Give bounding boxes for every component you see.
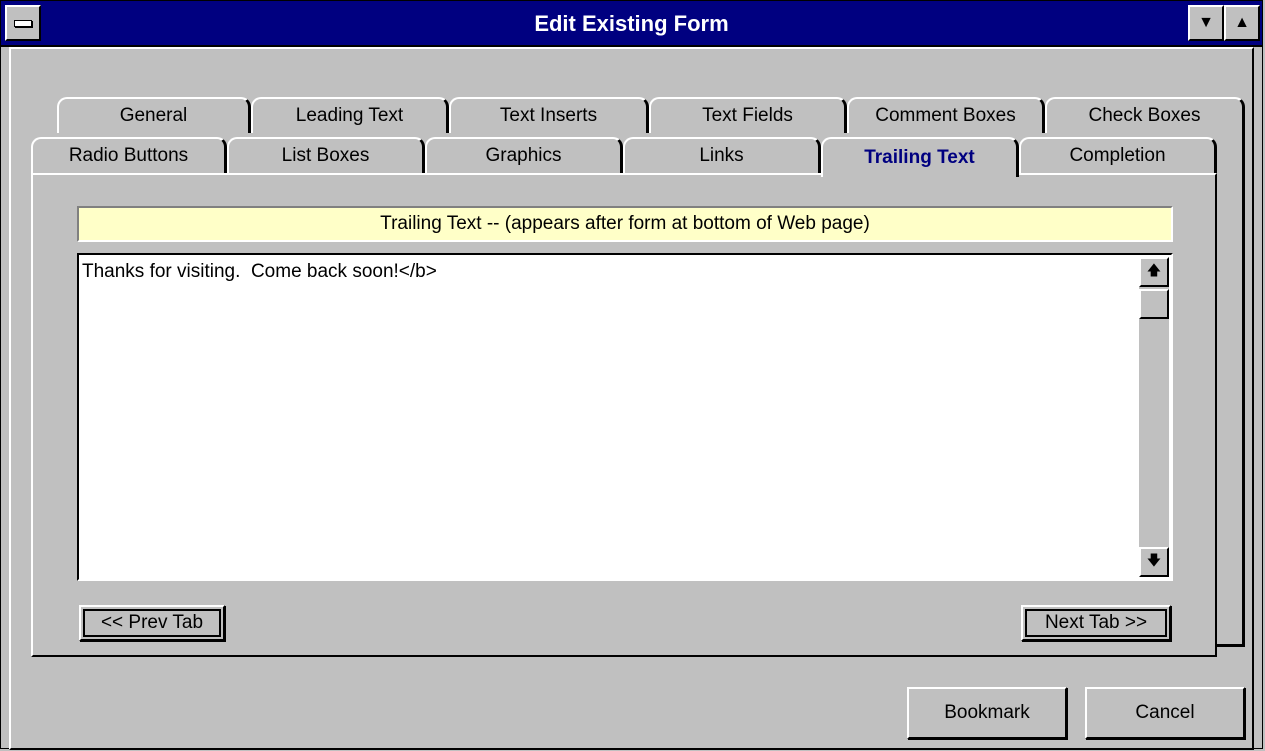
tab-label: Check Boxes: [1088, 105, 1201, 126]
tab-radio-buttons[interactable]: Radio Buttons: [31, 137, 227, 173]
section-header: Trailing Text -- (appears after form at …: [77, 206, 1173, 242]
tab-label: General: [119, 105, 188, 126]
tab-text-inserts[interactable]: Text Inserts: [449, 97, 649, 133]
minimize-icon: ▼: [1198, 14, 1214, 31]
tab-label: Radio Buttons: [68, 145, 189, 166]
tab-general[interactable]: General: [57, 97, 251, 133]
tab-label: Completion: [1069, 145, 1166, 166]
tab-label: Links: [699, 145, 744, 166]
scroll-down-button[interactable]: 🡇: [1139, 547, 1169, 577]
tab-completion[interactable]: Completion: [1019, 137, 1217, 173]
tab-label: List Boxes: [281, 145, 370, 166]
bookmark-button[interactable]: Bookmark: [907, 687, 1067, 739]
minimize-button[interactable]: ▼: [1188, 5, 1224, 41]
maximize-icon: ▲: [1234, 14, 1250, 31]
tab-links[interactable]: Links: [623, 137, 821, 173]
tab-graphics[interactable]: Graphics: [425, 137, 623, 173]
tab-leading-text[interactable]: Leading Text: [251, 97, 449, 133]
maximize-button[interactable]: ▲: [1224, 5, 1260, 41]
tab-comment-boxes[interactable]: Comment Boxes: [847, 97, 1045, 133]
tab-label: Text Inserts: [499, 105, 598, 126]
trailing-text-area[interactable]: Thanks for visiting. Come back soon!</b>…: [77, 253, 1173, 581]
tab-label: Comment Boxes: [875, 105, 1016, 126]
prev-tab-button[interactable]: << Prev Tab: [79, 605, 225, 641]
tab-list-boxes[interactable]: List Boxes: [227, 137, 425, 173]
edit-form-window: Edit Existing Form ▼ ▲ General Leading T…: [0, 0, 1263, 750]
tab-label: Text Fields: [702, 105, 793, 126]
vertical-scrollbar[interactable]: 🡅 🡇: [1139, 257, 1169, 577]
next-tab-button[interactable]: Next Tab >>: [1021, 605, 1171, 641]
scroll-up-button[interactable]: 🡅: [1139, 257, 1169, 287]
tab-label: Trailing Text: [864, 147, 975, 168]
arrow-up-icon: 🡅: [1146, 262, 1162, 278]
tab-label: Leading Text: [295, 105, 404, 126]
tab-check-boxes[interactable]: Check Boxes: [1045, 97, 1245, 133]
tab-trailing-text[interactable]: Trailing Text: [821, 137, 1019, 177]
title-bar: Edit Existing Form ▼ ▲: [1, 1, 1262, 47]
trailing-text-value[interactable]: Thanks for visiting. Come back soon!</b>: [82, 261, 437, 283]
scroll-thumb[interactable]: [1139, 289, 1169, 319]
cancel-button[interactable]: Cancel: [1085, 687, 1245, 739]
tab-text-fields[interactable]: Text Fields: [649, 97, 847, 133]
tab-label: Graphics: [485, 145, 562, 166]
window-title: Edit Existing Form: [534, 11, 729, 36]
arrow-down-icon: 🡇: [1146, 552, 1162, 568]
